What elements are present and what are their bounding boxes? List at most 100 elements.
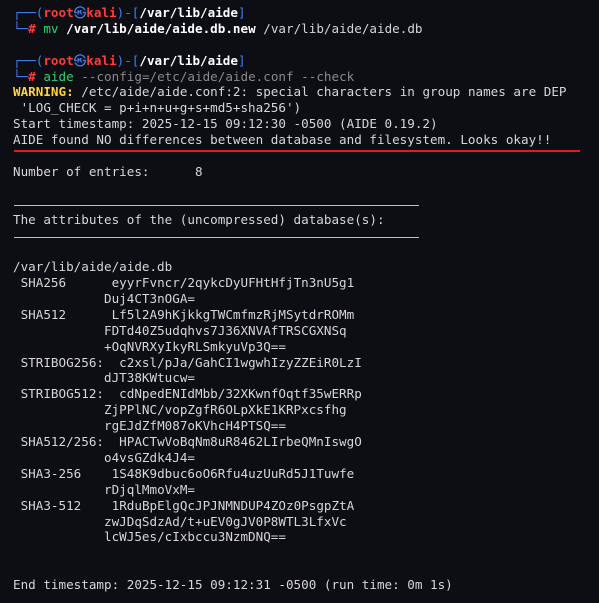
- hash-value: ZjPPlNC/vopZgfR6OLpXkE1KRPxcsfhg: [104, 402, 347, 418]
- warning-continuation: 'LOG_CHECK = p+i+n+u+g+s+md5+sha256'): [13, 100, 302, 116]
- hash-value: Duj4CT3nOGA=: [104, 291, 195, 307]
- hash-value: 1RduBpElgQcJPJNMNDUP4ZOz0PsgpZtA: [111, 497, 355, 513]
- hash-pad: [13, 529, 104, 544]
- prompt-corner: └─: [13, 20, 29, 36]
- entries-value: 8: [194, 163, 203, 179]
- hash-row: SHA256 eyyrFvncr/2qykcDyUFHtHfjTn3nU5g1: [13, 275, 599, 291]
- prompt-corner: ┌──(: [13, 5, 44, 20]
- terminal-window[interactable]: ┌──(root㉿kali)-[/var/lib/aide] └─# mv /v…: [0, 0, 599, 603]
- hash-name: SHA512: [20, 306, 67, 322]
- hash-row: SHA512/256: HPACTwVoBqNm8uR8462LIrbeQMnI…: [13, 434, 599, 450]
- hash-row: SHA512 Lf5l2A9hKjkkgTWCmfmzRjMSytdrROMm: [13, 307, 599, 323]
- hash-name: SHA3-256: [20, 465, 82, 481]
- command-arg: /var/lib/aide/aide.db.new: [66, 20, 256, 36]
- hash-name: STRIBOG512:: [20, 386, 104, 402]
- hash-pad: [81, 466, 111, 481]
- hash-pad: [104, 434, 119, 449]
- prompt-line-1: ┌──(root㉿kali)-[/var/lib/aide]: [13, 5, 599, 21]
- hash-value: HPACTwVoBqNm8uR8462LIrbeQMnIswgO: [119, 434, 362, 450]
- warning-text: /etc/aide/aide.conf:2: special character…: [73, 84, 567, 100]
- hash-value: Lf5l2A9hKjkkgTWCmfmzRjMSytdrROMm: [111, 306, 355, 322]
- hash-pad: [13, 418, 104, 433]
- hash-pad: [13, 514, 104, 529]
- prompt-host: kali: [86, 52, 117, 68]
- command-line-2: └─# aide --config=/etc/aide/aide.conf --…: [13, 69, 599, 85]
- hash-value: eyyrFvncr/2qykcDyUFHtHfjTn3nU5g1: [111, 275, 355, 291]
- database-path: /var/lib/aide/aide.db: [13, 259, 173, 275]
- hash-pad: [13, 323, 104, 338]
- hash-pad: [13, 291, 104, 306]
- hash-row: SHA3-256 1S48K9dbuc6oO6Rfu4uzUuRd5J1Tuwf…: [13, 466, 599, 482]
- hash-value: dJT38KWtucw=: [104, 370, 195, 386]
- hash-value: FDTd40Z5udqhvs7J36XNVAfTRSCGXNSq: [104, 322, 347, 338]
- attributes-title: The attributes of the (uncompressed) dat…: [13, 211, 385, 227]
- hash-name: SHA512/256:: [20, 434, 104, 450]
- hash-value: o4vsGZdk4J4=: [104, 449, 195, 465]
- command-args: --config=/etc/aide/aide.conf --check: [81, 68, 355, 84]
- hash-value: rgEJdZfM087oKVhcH4PTSQ==: [104, 418, 286, 434]
- hash-row: STRIBOG512: cdNpedENIdMbb/32XKwnfOqtf35w…: [13, 386, 599, 402]
- entries-label: Number of entries:: [13, 163, 150, 179]
- hash-value: c2xsl/pJa/GahCI1wgwhIzyZZEiR0LzI: [119, 354, 362, 370]
- prompt-line-2: ┌──(root㉿kali)-[/var/lib/aide]: [13, 53, 599, 69]
- prompt-user: root: [43, 5, 74, 20]
- warning-label: WARNING:: [13, 84, 74, 100]
- check-result: AIDE found NO differences between databa…: [13, 132, 552, 148]
- command-name: mv: [43, 20, 59, 36]
- command-name: aide: [43, 68, 74, 84]
- command-line-1: └─# mv /var/lib/aide/aide.db.new /var/li…: [13, 21, 599, 37]
- hash-value: cdNpedENIdMbb/32XKwnfOqtf35wERRp: [119, 386, 362, 402]
- prompt-path: /var/lib/aide: [139, 5, 238, 20]
- hash-row: dJT38KWtucw=: [13, 370, 599, 386]
- hash-pad: [66, 307, 112, 322]
- prompt-hash: #: [28, 20, 44, 36]
- hash-row: lcWJ5es/cIxbccu3NzmDNQ==: [13, 529, 599, 545]
- prompt-host: kali: [86, 5, 117, 20]
- prompt-corner: └─: [13, 68, 29, 84]
- hash-value: rDjqlMmoVxM=: [104, 481, 195, 497]
- hash-row: ZjPPlNC/vopZgfR6OLpXkE1KRPxcsfhg: [13, 402, 599, 418]
- kali-skull-icon: ㉿: [73, 52, 87, 68]
- hash-value: 1S48K9dbuc6oO6Rfu4uzUuRd5J1Tuwfe: [111, 465, 355, 481]
- hash-row: Duj4CT3nOGA=: [13, 291, 599, 307]
- hash-pad: [104, 355, 119, 370]
- hash-row: rgEJdZfM087oKVhcH4PTSQ==: [13, 418, 599, 434]
- hash-pad: [13, 339, 104, 354]
- terminal-output: ┌──(root㉿kali)-[/var/lib/aide] └─# mv /v…: [13, 5, 599, 593]
- hash-row: zwJDqSdzAd/t+uEV0gJV0P8WTL3LfxVc: [13, 514, 599, 530]
- prompt-bracket: )-[: [116, 52, 140, 68]
- hash-value: +OqNVRXyIkyRLSmkyuVp3Q==: [104, 338, 286, 354]
- hash-pad: [66, 275, 112, 290]
- hash-list: SHA256 eyyrFvncr/2qykcDyUFHtHfjTn3nU5g1 …: [13, 275, 599, 545]
- hash-row: SHA3-512 1RduBpElgQcJPJNMNDUP4ZOz0PsgpZt…: [13, 498, 599, 514]
- command-arg: /var/lib/aide/aide.db: [263, 20, 423, 36]
- hash-row: STRIBOG256: c2xsl/pJa/GahCI1wgwhIzyZZEiR…: [13, 355, 599, 371]
- hash-name: SHA3-512: [20, 497, 82, 513]
- prompt-bracket: )-[: [116, 5, 140, 20]
- hash-value: zwJDqSdzAd/t+uEV0gJV0P8WTL3LfxVc: [104, 513, 347, 529]
- end-timestamp: End timestamp: 2025-12-15 09:12:31 -0500…: [13, 577, 453, 593]
- hash-pad: [81, 498, 111, 513]
- prompt-hash: #: [28, 68, 44, 84]
- hash-name: SHA256: [20, 275, 67, 291]
- prompt-corner: ┌──(: [13, 52, 44, 68]
- prompt-bracket-end: ]: [237, 5, 246, 20]
- prompt-bracket-end: ]: [237, 52, 246, 68]
- start-timestamp: Start timestamp: 2025-12-15 09:12:30 -05…: [13, 116, 438, 132]
- hash-row: +OqNVRXyIkyRLSmkyuVp3Q==: [13, 339, 599, 355]
- prompt-user: root: [43, 52, 74, 68]
- hash-name: STRIBOG256:: [20, 354, 104, 370]
- hash-pad: [104, 386, 119, 401]
- hash-row: o4vsGZdk4J4=: [13, 450, 599, 466]
- hash-row: rDjqlMmoVxM=: [13, 482, 599, 498]
- hash-pad: [13, 402, 104, 417]
- hash-row: FDTd40Z5udqhvs7J36XNVAfTRSCGXNSq: [13, 323, 599, 339]
- entries-line: Number of entries: 8: [13, 164, 599, 180]
